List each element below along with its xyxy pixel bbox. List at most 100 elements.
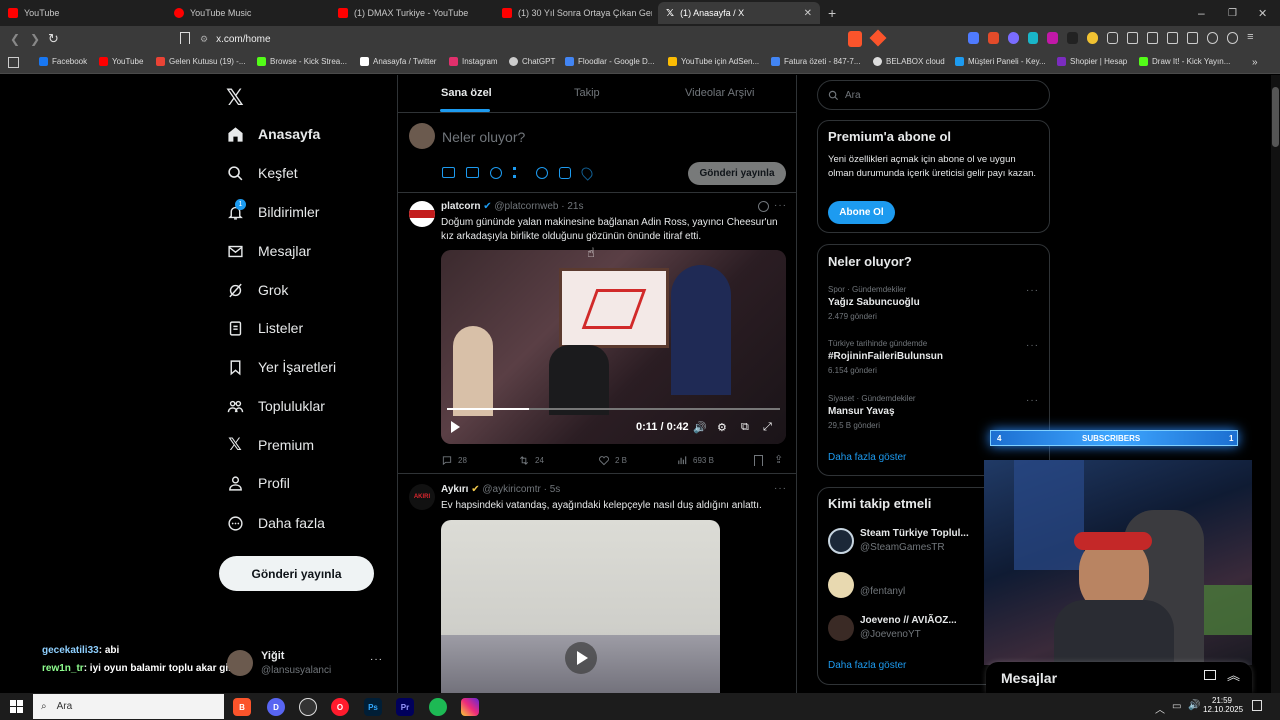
reply-button[interactable]: 28: [441, 455, 467, 466]
avatar[interactable]: AKIRI: [409, 484, 435, 510]
apps-grid-icon[interactable]: [8, 57, 19, 68]
close-tab-icon[interactable]: ✕: [804, 8, 812, 19]
bookmark-item[interactable]: Fatura özeti - 847-7...: [771, 57, 860, 66]
post-author[interactable]: Aykırı: [441, 484, 468, 495]
extension-icon[interactable]: [987, 32, 999, 44]
x-logo-icon[interactable]: 𝕏: [226, 85, 244, 111]
new-message-icon[interactable]: [1204, 670, 1216, 680]
bookmark-item[interactable]: Facebook: [39, 57, 87, 66]
more-bookmarks-icon[interactable]: »: [1252, 57, 1258, 68]
play-icon[interactable]: [451, 421, 460, 433]
nav-more[interactable]: Daha fazla: [226, 508, 325, 538]
extension-icon[interactable]: [968, 32, 979, 44]
extension-icon[interactable]: [1027, 32, 1039, 44]
grok-icon[interactable]: [758, 201, 769, 212]
play-button[interactable]: [565, 642, 597, 674]
site-info-icon[interactable]: ⚙: [200, 34, 208, 45]
search-input[interactable]: Ara: [817, 80, 1050, 110]
scrollbar[interactable]: [1271, 75, 1280, 693]
avatar[interactable]: [828, 572, 854, 598]
expand-icon[interactable]: ︽: [1227, 665, 1240, 684]
post-handle[interactable]: @aykiricomtr · 5s: [482, 484, 560, 495]
bookmark-item[interactable]: YouTube için AdSen...: [668, 57, 759, 66]
extension-icon[interactable]: [1067, 32, 1079, 44]
nav-communities[interactable]: Topluluklar: [226, 391, 325, 421]
tray-overflow-icon[interactable]: ︿: [1155, 701, 1165, 716]
location-icon[interactable]: [579, 165, 595, 181]
leo-ai-icon[interactable]: [1207, 32, 1219, 44]
like-button[interactable]: 2 B: [598, 455, 627, 466]
trend-more-icon[interactable]: ···: [1026, 340, 1039, 351]
tab-following[interactable]: Takip: [574, 87, 600, 99]
network-icon[interactable]: ▭: [1172, 701, 1181, 712]
tab-video-archive[interactable]: Videolar Arşivi: [685, 87, 755, 99]
image-icon[interactable]: [442, 167, 455, 178]
repost-button[interactable]: 24: [518, 455, 544, 466]
extensions-puzzle-icon[interactable]: [1106, 32, 1118, 44]
bookmark-item[interactable]: Browse - Kick Strea...: [257, 57, 347, 66]
photoshop-icon[interactable]: Ps: [364, 698, 382, 716]
gif-icon[interactable]: [466, 167, 479, 178]
close-window-button[interactable]: ✕: [1258, 2, 1267, 24]
address-bar[interactable]: ⚙ x.com/home: [200, 29, 840, 50]
nav-premium[interactable]: 𝕏 Premium: [226, 430, 314, 460]
avatar[interactable]: [227, 650, 253, 676]
views-button[interactable]: 693 B: [676, 455, 714, 466]
bookmark-icon[interactable]: [754, 455, 763, 466]
nav-bookmarks[interactable]: Yer İşaretleri: [226, 352, 336, 382]
brave-icon[interactable]: B: [233, 698, 251, 716]
premiere-icon[interactable]: Pr: [396, 698, 414, 716]
trend-item[interactable]: Siyaset · Gündemdekiler Mansur Yavaş 29,…: [828, 394, 1043, 430]
nav-grok[interactable]: Grok: [226, 275, 288, 305]
avatar[interactable]: [409, 201, 435, 227]
bookmark-item[interactable]: Instagram: [449, 57, 498, 66]
subscribe-button[interactable]: Abone Ol: [828, 201, 895, 224]
grok-icon[interactable]: [490, 167, 502, 179]
opera-icon[interactable]: O: [331, 698, 349, 716]
bookmark-page-icon[interactable]: [180, 32, 190, 44]
forward-icon[interactable]: ❯: [30, 32, 40, 46]
spotify-icon[interactable]: [429, 698, 447, 716]
trend-more-icon[interactable]: ···: [1026, 395, 1039, 406]
steam-avatar[interactable]: [828, 528, 854, 554]
bookmark-item[interactable]: Shopier | Hesap: [1057, 57, 1127, 66]
wallet-icon[interactable]: [1187, 32, 1199, 44]
browser-tab[interactable]: YouTube Music: [174, 2, 334, 24]
extension-icon[interactable]: [1087, 32, 1098, 44]
taskbar-search[interactable]: ⌕ Ara: [33, 694, 224, 719]
poll-icon[interactable]: [513, 167, 525, 178]
browser-tab[interactable]: YouTube: [8, 2, 168, 24]
schedule-icon[interactable]: [559, 167, 571, 179]
menu-icon[interactable]: ≡: [1247, 32, 1258, 44]
bookmark-item[interactable]: Müşteri Paneli - Key...: [955, 57, 1046, 66]
post-video[interactable]: 0:11 / 0:42 🔊 ⚙ ⧉ ⤢: [441, 250, 786, 444]
settings-icon[interactable]: ⚙: [717, 421, 727, 434]
post-handle[interactable]: @platcornweb · 21s: [494, 201, 583, 212]
follow-name[interactable]: Joeveno // AVIÃOZ...: [860, 615, 957, 626]
volume-icon[interactable]: 🔊: [693, 421, 707, 434]
brave-shield-icon[interactable]: [848, 31, 862, 47]
account-more-icon[interactable]: ···: [370, 654, 383, 665]
nav-notifications[interactable]: 1 Bildirimler: [226, 197, 319, 227]
bookmark-item[interactable]: Anasayfa / Twitter: [360, 57, 436, 66]
trend-more-icon[interactable]: ···: [1026, 285, 1039, 296]
new-tab-button[interactable]: +: [828, 2, 836, 24]
show-more-follow-link[interactable]: Daha fazla göster: [828, 660, 906, 671]
nav-lists[interactable]: Listeler: [226, 313, 303, 343]
post-more-icon[interactable]: ···: [774, 200, 787, 211]
show-more-trends-link[interactable]: Daha fazla göster: [828, 452, 906, 463]
discord-icon[interactable]: D: [267, 698, 285, 716]
post-author[interactable]: platcorn: [441, 201, 480, 212]
clock[interactable]: 21:59 12.10.2025: [1203, 696, 1243, 714]
trend-item[interactable]: Spor · Gündemdekiler Yağız Sabuncuoğlu 2…: [828, 285, 1043, 321]
browser-tab-active[interactable]: 𝕏 (1) Anasayfa / X ✕: [658, 2, 820, 24]
media-icon[interactable]: [1146, 32, 1158, 44]
browser-tab[interactable]: (1) 30 Yıl Sonra Ortaya Çıkan Gerçek: [502, 2, 652, 24]
share-icon[interactable]: ⇪: [774, 453, 783, 466]
scrollbar-thumb[interactable]: [1272, 87, 1279, 147]
bookmark-item[interactable]: Draw It! - Kick Yayın...: [1139, 57, 1230, 66]
back-icon[interactable]: ❮: [10, 32, 20, 46]
bookmark-item[interactable]: Gelen Kutusu (19) -...: [156, 57, 245, 66]
screenshot-icon[interactable]: [1126, 32, 1138, 44]
avatar[interactable]: [828, 615, 854, 641]
